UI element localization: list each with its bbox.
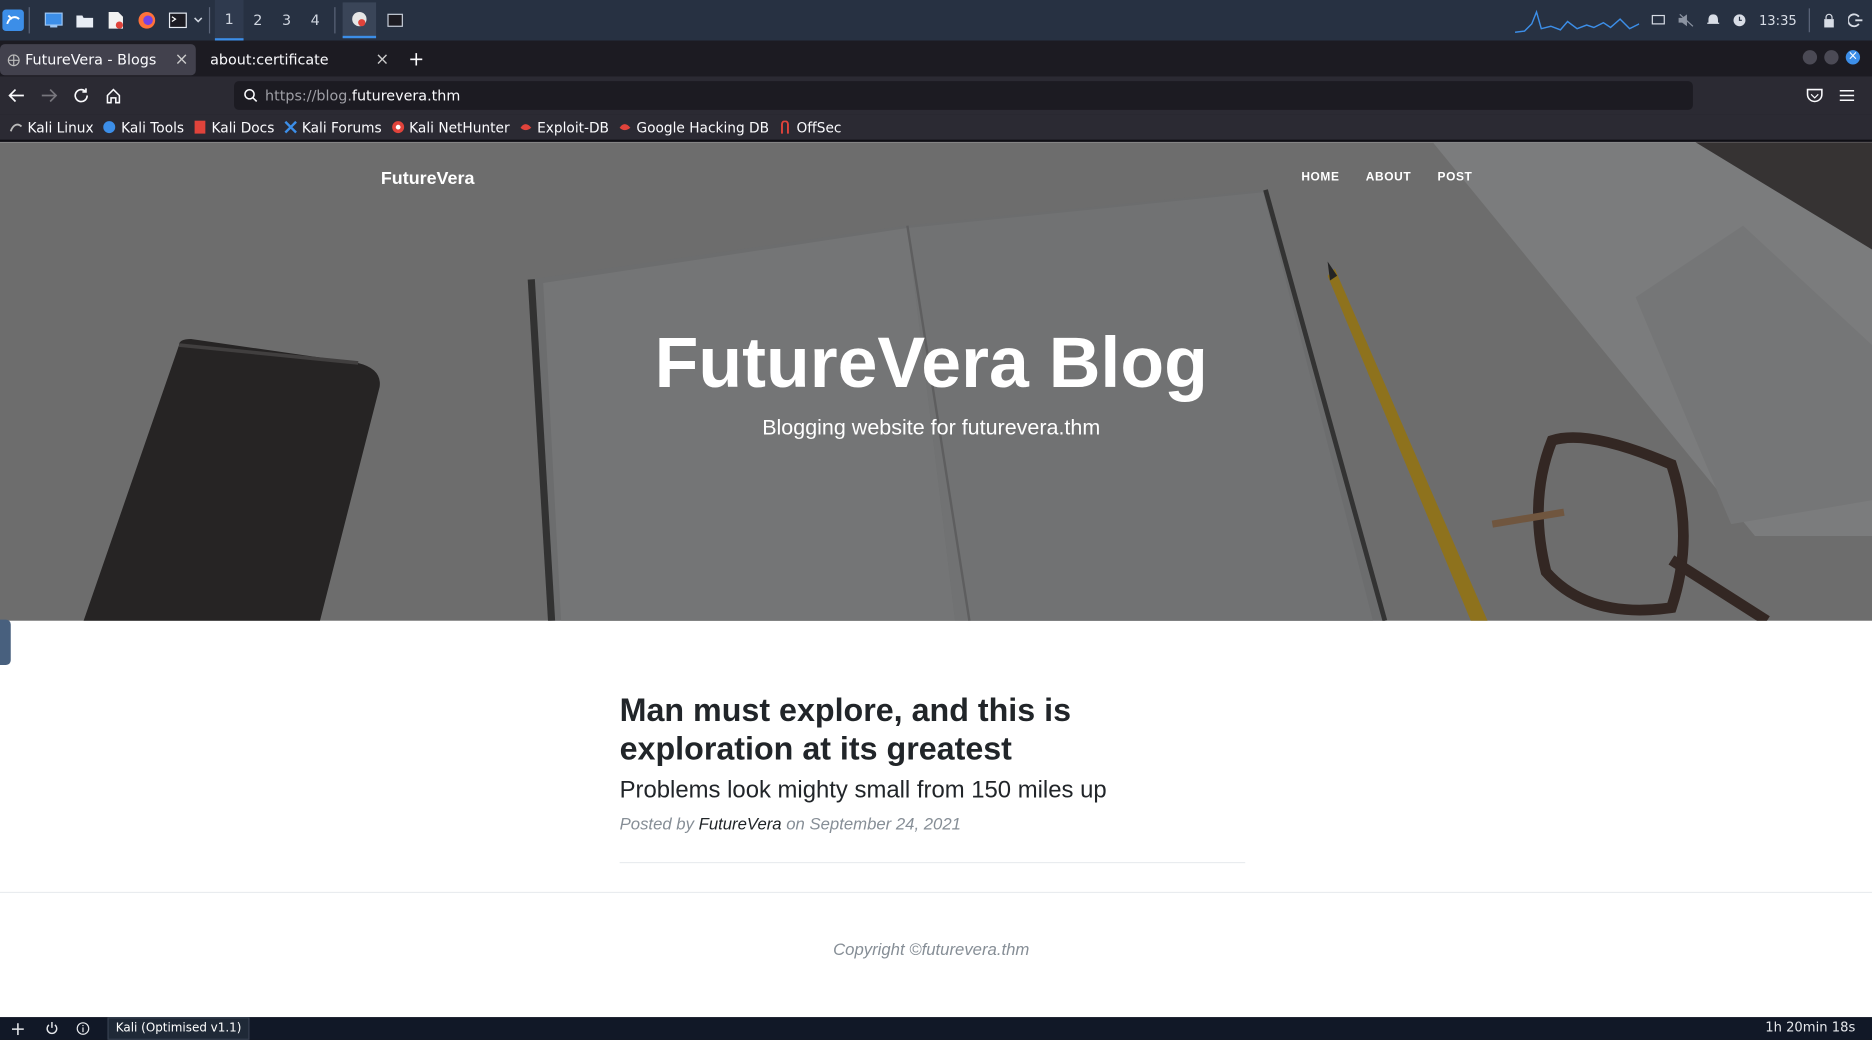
tab-futurevera-blogs[interactable]: FutureVera - Blogs × — [0, 44, 196, 76]
close-tab-icon[interactable]: × — [175, 50, 189, 69]
nav-post[interactable]: POST — [1438, 171, 1473, 184]
ghdb-icon — [619, 124, 631, 131]
post-divider — [619, 861, 1246, 864]
panel-separator — [28, 7, 30, 34]
text-editor-icon[interactable] — [104, 8, 128, 32]
menu-icon[interactable] — [1835, 84, 1859, 108]
hero-header: FutureVera HOME ABOUT POST FutureVera Bl… — [0, 142, 1872, 621]
panel-separator — [334, 7, 336, 34]
vm-task-button[interactable]: Kali (Optimised v1.1) — [107, 1017, 250, 1040]
power-icon[interactable] — [43, 1020, 60, 1037]
hero-subtitle: Blogging website for futurevera.thm — [762, 415, 1101, 440]
info-icon[interactable] — [74, 1020, 91, 1037]
post-date: on September 24, 2021 — [786, 814, 961, 834]
home-button[interactable] — [101, 84, 125, 108]
footer-divider — [0, 891, 1872, 894]
bookmark-google-hacking-db[interactable]: Google Hacking DB — [619, 119, 769, 136]
nav-about[interactable]: ABOUT — [1366, 171, 1411, 184]
bell-icon[interactable] — [1706, 13, 1720, 27]
reload-button[interactable] — [69, 84, 93, 108]
session-timer: 1h 20min 18s — [1765, 1019, 1856, 1036]
bookmark-kali-nethunter[interactable]: Kali NetHunter — [391, 119, 510, 136]
file-manager-icon[interactable] — [73, 8, 97, 32]
chevron-down-icon[interactable] — [192, 8, 204, 32]
close-window-button[interactable]: × — [1845, 50, 1861, 65]
terminal-icon[interactable] — [166, 8, 190, 32]
tab-title: about:certificate — [210, 51, 329, 69]
display-icon[interactable] — [1651, 13, 1666, 27]
desktop-icon[interactable] — [42, 8, 66, 32]
browser-tab-strip: FutureVera - Blogs × about:certificate ×… — [0, 40, 1872, 77]
workspace-1[interactable]: 1 — [214, 0, 244, 41]
globe-icon — [7, 53, 20, 66]
bookmark-offsec[interactable]: OffSec — [779, 119, 841, 136]
back-button[interactable] — [5, 84, 29, 108]
kali-docs-icon — [194, 120, 206, 134]
kali-dragon-icon — [9, 123, 23, 132]
url-bar[interactable]: https://blog. futurevera.thm — [234, 81, 1693, 110]
panel-separator — [208, 7, 211, 34]
workspace-3[interactable]: 3 — [272, 0, 301, 41]
bookmark-kali-tools[interactable]: Kali Tools — [103, 119, 184, 136]
tools-badge-icon[interactable] — [342, 2, 377, 39]
workspace-2[interactable]: 2 — [244, 0, 273, 41]
lock-icon[interactable] — [1822, 13, 1836, 28]
vm-bottom-bar: Kali (Optimised v1.1) 1h 20min 18s — [0, 1017, 1872, 1040]
bookmark-kali-docs[interactable]: Kali Docs — [194, 119, 274, 136]
post-subtitle[interactable]: Problems look mighty small from 150 mile… — [620, 777, 1246, 804]
maximize-button[interactable] — [1824, 50, 1839, 65]
os-top-panel: 1 2 3 4 13:35 — [0, 0, 1872, 41]
mute-icon[interactable] — [1678, 13, 1695, 27]
posted-by-label: Posted by — [619, 814, 694, 834]
pocket-icon[interactable] — [1803, 84, 1827, 108]
cpu-graph-icon — [1515, 9, 1640, 33]
post-author-link[interactable]: FutureVera — [699, 814, 782, 833]
bookmark-exploit-db[interactable]: Exploit-DB — [519, 119, 609, 136]
offsec-icon — [781, 120, 790, 134]
nethunter-icon — [391, 121, 404, 134]
post-title[interactable]: Man must explore, and this is exploratio… — [620, 691, 1246, 767]
site-brand[interactable]: FutureVera — [381, 168, 475, 188]
post-preview[interactable]: Man must explore, and this is exploratio… — [619, 691, 1246, 864]
tab-about-certificate[interactable]: about:certificate × — [198, 44, 396, 75]
url-scheme: https://blog. — [265, 87, 352, 104]
kali-menu-icon[interactable] — [2, 9, 24, 32]
forward-button[interactable] — [37, 84, 61, 108]
bookmarks-toolbar: Kali Linux Kali Tools Kali Docs Kali For… — [0, 114, 1872, 141]
screen: 1 2 3 4 13:35 FutureVera - Blogs × about… — [0, 0, 1872, 1040]
kali-forums-icon — [284, 120, 297, 134]
site-nav: HOME ABOUT POST — [1301, 171, 1472, 184]
copyright-text: Copyright ©futurevera.thm — [833, 939, 1030, 959]
url-host: futurevera.thm — [351, 87, 461, 104]
bookmark-kali-forums[interactable]: Kali Forums — [284, 119, 382, 136]
hero-title: FutureVera Blog — [654, 322, 1208, 403]
page-content: FutureVera HOME ABOUT POST FutureVera Bl… — [0, 142, 1872, 1018]
clock-icon — [1733, 14, 1746, 27]
minimize-button[interactable] — [1802, 50, 1818, 65]
logout-icon[interactable] — [1848, 13, 1863, 28]
side-panel-handle[interactable] — [0, 619, 11, 665]
panel-separator — [1808, 8, 1810, 33]
terminal-small-icon[interactable] — [383, 8, 407, 32]
browser-nav-bar: https://blog. futurevera.thm — [0, 76, 1872, 115]
search-icon — [244, 89, 258, 103]
post-meta: Posted by FutureVera on September 24, 20… — [620, 814, 1246, 833]
close-tab-icon[interactable]: × — [375, 50, 389, 69]
system-tray: 13:35 — [1515, 0, 1863, 41]
workspace-4[interactable]: 4 — [301, 0, 330, 41]
bookmark-kali-linux[interactable]: Kali Linux — [9, 119, 94, 136]
add-icon[interactable] — [10, 1020, 27, 1037]
nav-home[interactable]: HOME — [1301, 171, 1339, 184]
firefox-icon[interactable] — [135, 8, 159, 32]
new-tab-button[interactable]: + — [408, 48, 424, 71]
clock-text[interactable]: 13:35 — [1759, 13, 1797, 29]
exploit-db-icon — [520, 124, 532, 131]
tab-title: FutureVera - Blogs — [25, 51, 157, 69]
kali-tools-icon — [103, 121, 116, 134]
